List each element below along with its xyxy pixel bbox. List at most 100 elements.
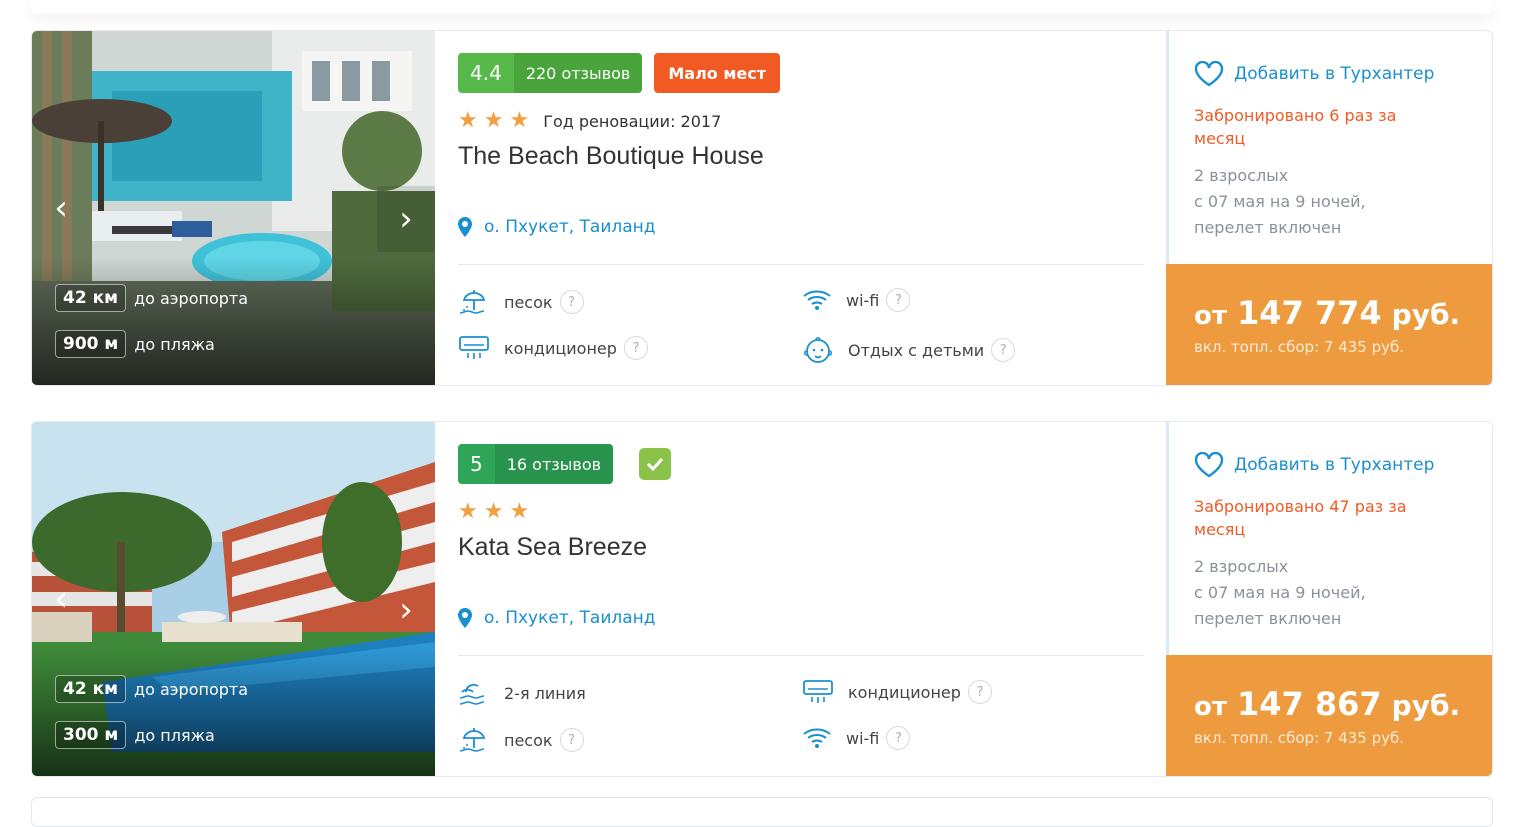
- beach-line-icon: [459, 683, 485, 705]
- price-from: от: [1194, 692, 1227, 722]
- star-icon: ★: [509, 499, 530, 524]
- amenity-label: кондиционер: [848, 682, 961, 702]
- rating-badge[interactable]: 5 16 отзывов: [458, 444, 614, 484]
- price-button[interactable]: от 147 867 руб. вкл. топл. сбор: 7 435 р…: [1166, 655, 1492, 776]
- air-conditioner-icon: [803, 680, 833, 703]
- distance-beach-value: 900 м: [55, 330, 127, 358]
- reviews-count[interactable]: 16 отзывов: [494, 444, 614, 484]
- price-currency: руб.: [1391, 689, 1461, 722]
- star-icon: ★: [458, 108, 478, 133]
- add-to-favorites-button[interactable]: Добавить в Турхантер: [1194, 61, 1434, 87]
- add-to-favorites-label: Добавить в Турхантер: [1234, 64, 1435, 84]
- help-icon[interactable]: ?: [559, 290, 584, 314]
- reviews-count[interactable]: 220 отзывов: [513, 53, 643, 93]
- beach-umbrella-icon: [459, 728, 486, 752]
- price-amount: 147 774: [1236, 294, 1382, 332]
- dates-text: с 07 мая на 9 ночей,: [1194, 192, 1366, 211]
- divider: [458, 264, 1144, 265]
- photo-next-button[interactable]: ›: [377, 577, 435, 643]
- previous-card-edge: [31, 0, 1493, 14]
- fuel-fee: вкл. топл. сбор: 7 435 руб.: [1194, 338, 1405, 356]
- star-icon: ★: [483, 108, 504, 133]
- location-text: о. Пхукет, Таиланд: [484, 217, 656, 237]
- hotel-card[interactable]: ‹ › 42 км до аэропорта 900 м до пляжа 4.…: [31, 30, 1493, 386]
- rating-badge[interactable]: 4.4 220 отзывов: [458, 53, 643, 93]
- help-icon[interactable]: ?: [886, 288, 911, 312]
- flight-text: перелет включен: [1194, 218, 1342, 237]
- few-seats-badge: Мало мест: [654, 53, 781, 93]
- help-icon[interactable]: ?: [991, 338, 1016, 362]
- heart-icon: [1194, 61, 1224, 87]
- amenity-conditioner: кондиционер ?: [802, 678, 992, 706]
- amenity-label: песок: [504, 292, 553, 312]
- hotel-booking-side: Добавить в Турхантер Забронировано 6 раз…: [1166, 31, 1492, 385]
- photo-next-button[interactable]: ›: [377, 186, 435, 252]
- rating-score: 4.4: [458, 53, 514, 93]
- fuel-fee: вкл. топл. сбор: 7 435 руб.: [1194, 729, 1405, 747]
- renovation-year: Год реновации: 2017: [543, 111, 722, 131]
- tour-details: 2 взрослых с 07 мая на 9 ночей, перелет …: [1194, 163, 1366, 241]
- divider: [458, 655, 1144, 656]
- photo-prev-button[interactable]: ‹: [46, 186, 76, 230]
- amenity-label: wi-fi: [846, 290, 880, 310]
- location-text: о. Пхукет, Таиланд: [484, 608, 656, 628]
- hotel-booking-side: Добавить в Турхантер Забронировано 47 ра…: [1166, 422, 1492, 776]
- hotel-photo[interactable]: ‹ › 42 км до аэропорта 900 м до пляжа: [32, 31, 435, 385]
- help-icon[interactable]: ?: [559, 728, 584, 752]
- hotel-name[interactable]: The Beach Boutique House: [458, 142, 1143, 171]
- hotel-location[interactable]: о. Пхукет, Таиланд: [458, 217, 656, 237]
- distance-airport-value: 42 км: [55, 284, 127, 312]
- distance-airport-value: 42 км: [55, 675, 127, 703]
- amenity-conditioner: кондиционер ?: [458, 334, 648, 362]
- hotel-stars: ★ ★ ★ Год реновации: 2017: [458, 110, 1143, 132]
- price-button[interactable]: от 147 774 руб. вкл. топл. сбор: 7 435 р…: [1166, 264, 1492, 385]
- amenity-kids: Отдых с детьми ?: [802, 334, 1016, 366]
- distance-airport-label: до аэропорта: [134, 288, 249, 308]
- dates-text: с 07 мая на 9 ночей,: [1194, 583, 1366, 602]
- photo-prev-button[interactable]: ‹: [46, 577, 76, 621]
- map-pin-icon: [458, 608, 472, 628]
- next-card-edge: [31, 797, 1493, 827]
- distance-beach-value: 300 м: [55, 721, 127, 749]
- amenity-label: 2-я линия: [504, 683, 586, 703]
- amenity-label: wi-fi: [846, 728, 880, 748]
- add-to-favorites-button[interactable]: Добавить в Турхантер: [1194, 452, 1434, 478]
- guests-text: 2 взрослых: [1194, 166, 1289, 185]
- hotel-card[interactable]: ‹ › 42 км до аэропорта 300 м до пляжа 5 …: [31, 421, 1493, 777]
- hotel-stars: ★ ★ ★: [458, 501, 1143, 523]
- price-from: от: [1194, 301, 1227, 331]
- hotel-photo[interactable]: ‹ › 42 км до аэропорта 300 м до пляжа: [32, 422, 435, 776]
- distance-beach-label: до пляжа: [134, 334, 215, 354]
- help-icon[interactable]: ?: [967, 680, 992, 704]
- amenity-label: кондиционер: [504, 338, 617, 358]
- star-icon: ★: [483, 499, 504, 524]
- distance-airport: 42 км до аэропорта: [55, 284, 248, 312]
- distance-beach: 900 м до пляжа: [55, 330, 215, 358]
- star-icon: ★: [458, 499, 478, 524]
- hotel-name[interactable]: Kata Sea Breeze: [458, 533, 1143, 562]
- distance-beach: 300 м до пляжа: [55, 721, 215, 749]
- star-icon: ★: [509, 108, 530, 133]
- price-currency: руб.: [1391, 298, 1461, 331]
- air-conditioner-icon: [459, 336, 489, 359]
- add-to-favorites-label: Добавить в Турхантер: [1234, 455, 1435, 475]
- help-icon[interactable]: ?: [886, 726, 911, 750]
- map-pin-icon: [458, 217, 472, 237]
- guests-text: 2 взрослых: [1194, 557, 1289, 576]
- wifi-icon: [803, 728, 831, 748]
- verified-check-icon: [639, 448, 672, 480]
- amenity-sand: песок ?: [458, 725, 584, 755]
- hotel-info: 5 16 отзывов ★ ★ ★ Kata Sea Breeze о. Пх…: [435, 422, 1166, 776]
- price-amount: 147 867: [1236, 685, 1382, 723]
- booked-count: Забронировано 6 раз за месяц: [1194, 106, 1397, 148]
- help-icon[interactable]: ?: [623, 336, 648, 360]
- wifi-icon: [803, 290, 831, 310]
- amenity-label: Отдых с детьми: [848, 340, 985, 360]
- amenity-wifi: wi-fi ?: [802, 725, 911, 751]
- hotel-location[interactable]: о. Пхукет, Таиланд: [458, 608, 656, 628]
- heart-icon: [1194, 452, 1224, 478]
- distance-airport-label: до аэропорта: [134, 679, 249, 699]
- beach-umbrella-icon: [459, 290, 486, 314]
- baby-icon: [803, 336, 833, 363]
- amenity-wifi: wi-fi ?: [802, 287, 911, 313]
